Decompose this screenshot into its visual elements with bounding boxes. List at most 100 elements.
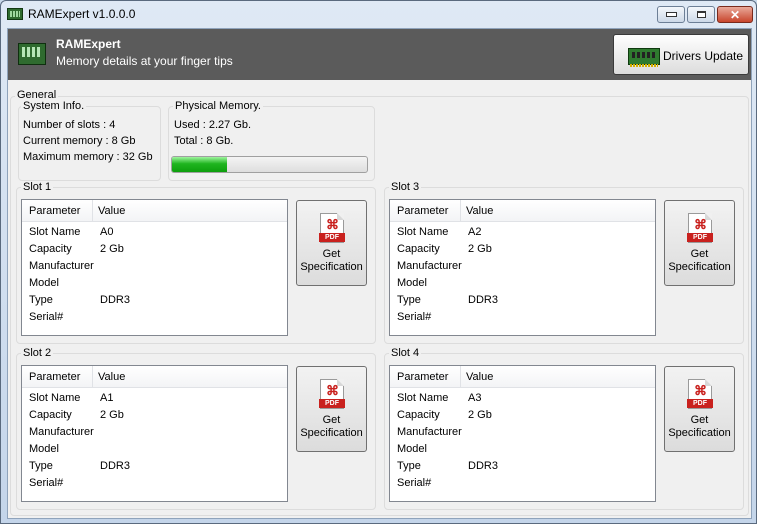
list-item[interactable]: Model: [390, 275, 655, 292]
drivers-update-button[interactable]: Drivers Update: [613, 34, 749, 75]
get-specification-button[interactable]: ⌘ PDF Get Specification: [664, 200, 735, 286]
list-item[interactable]: Type DDR3: [22, 292, 287, 309]
spec-button-label-line2: Specification: [300, 261, 363, 273]
parameter-cell: Slot Name: [29, 226, 81, 238]
value-cell: A2: [468, 226, 482, 238]
close-icon: ✕: [729, 7, 741, 22]
parameter-cell: Model: [29, 277, 59, 289]
spec-button-label-line1: Get: [322, 248, 341, 260]
value-column-header[interactable]: Value: [466, 205, 493, 217]
parameter-cell: Slot Name: [29, 392, 81, 404]
pdf-icon-label: PDF: [687, 399, 713, 408]
parameter-cell: Manufacturer: [29, 260, 94, 272]
list-item[interactable]: Capacity 2 Gb: [22, 241, 287, 258]
value-cell: 2 Gb: [100, 243, 124, 255]
window-title: RAMExpert v1.0.0.0: [28, 7, 136, 21]
parameter-cell: Type: [29, 460, 53, 472]
list-item[interactable]: Slot Name A1: [22, 390, 287, 407]
spec-button-label-line2: Specification: [668, 261, 731, 273]
slot-details-list[interactable]: Parameter Value Slot Name A3 Capacity 2 Gb Man…: [389, 365, 656, 502]
parameter-cell: Slot Name: [397, 226, 449, 238]
column-divider[interactable]: [460, 366, 461, 387]
list-item[interactable]: Capacity 2 Gb: [390, 241, 655, 258]
spec-button-label-line1: Get: [690, 248, 709, 260]
column-divider[interactable]: [92, 366, 93, 387]
parameter-column-header[interactable]: Parameter: [29, 371, 80, 383]
list-item[interactable]: Serial#: [22, 309, 287, 326]
value-column-header[interactable]: Value: [98, 205, 125, 217]
slot-label: Slot 1: [21, 181, 54, 193]
list-header: Parameter Value: [390, 366, 655, 388]
app-header: RAMExpert Memory details at your finger …: [8, 29, 751, 80]
app-window: RAMExpert v1.0.0.0 ✕ RAMExpert Memory de…: [0, 0, 757, 524]
list-item[interactable]: Model: [390, 441, 655, 458]
list-item[interactable]: Model: [22, 275, 287, 292]
list-item[interactable]: Slot Name A2: [390, 224, 655, 241]
system-info-label: System Info.: [21, 100, 87, 112]
list-item[interactable]: Manufacturer: [22, 424, 287, 441]
parameter-cell: Model: [397, 277, 427, 289]
used-memory-text: Used : 2.27 Gb.: [174, 119, 252, 131]
list-item[interactable]: Type DDR3: [22, 458, 287, 475]
parameter-cell: Capacity: [397, 409, 440, 421]
parameter-cell: Serial#: [29, 477, 64, 489]
column-divider[interactable]: [92, 200, 93, 221]
maximize-button[interactable]: [687, 6, 715, 23]
slot-details-list[interactable]: Parameter Value Slot Name A0 Capacity 2 Gb Man…: [21, 199, 288, 336]
list-item[interactable]: Manufacturer: [22, 258, 287, 275]
maximum-memory-text: Maximum memory : 32 Gb: [23, 151, 153, 163]
value-column-header[interactable]: Value: [466, 371, 493, 383]
column-divider[interactable]: [460, 200, 461, 221]
parameter-cell: Manufacturer: [397, 260, 462, 272]
maximize-icon: [696, 11, 706, 18]
value-cell: 2 Gb: [468, 409, 492, 421]
get-specification-button[interactable]: ⌘ PDF Get Specification: [296, 366, 367, 452]
slot-count-text: Number of slots : 4: [23, 119, 116, 131]
value-cell: 2 Gb: [100, 409, 124, 421]
list-item[interactable]: Type DDR3: [390, 292, 655, 309]
list-header: Parameter Value: [390, 200, 655, 222]
pdf-icon: ⌘ PDF: [687, 379, 713, 409]
list-item[interactable]: Serial#: [390, 475, 655, 492]
title-bar[interactable]: RAMExpert v1.0.0.0 ✕: [1, 1, 756, 28]
minimize-button[interactable]: [657, 6, 685, 23]
physical-memory-label: Physical Memory.: [173, 100, 263, 112]
list-item[interactable]: Model: [22, 441, 287, 458]
parameter-cell: Slot Name: [397, 392, 449, 404]
get-specification-button[interactable]: ⌘ PDF Get Specification: [296, 200, 367, 286]
slot-details-list[interactable]: Parameter Value Slot Name A2 Capacity 2 Gb Man…: [389, 199, 656, 336]
spec-button-label-line1: Get: [322, 414, 341, 426]
list-item[interactable]: Type DDR3: [390, 458, 655, 475]
parameter-cell: Type: [397, 294, 421, 306]
list-item[interactable]: Serial#: [22, 475, 287, 492]
value-cell: DDR3: [468, 460, 498, 472]
pdf-icon: ⌘ PDF: [319, 379, 345, 409]
list-item[interactable]: Capacity 2 Gb: [22, 407, 287, 424]
value-cell: A0: [100, 226, 114, 238]
memory-chip-icon: [628, 48, 660, 67]
get-specification-button[interactable]: ⌘ PDF Get Specification: [664, 366, 735, 452]
pdf-icon-label: PDF: [319, 399, 345, 408]
parameter-column-header[interactable]: Parameter: [397, 371, 448, 383]
value-column-header[interactable]: Value: [98, 371, 125, 383]
list-item[interactable]: Manufacturer: [390, 424, 655, 441]
parameter-cell: Serial#: [397, 311, 432, 323]
list-item[interactable]: Serial#: [390, 309, 655, 326]
minimize-icon: [665, 12, 677, 17]
parameter-column-header[interactable]: Parameter: [29, 205, 80, 217]
parameter-column-header[interactable]: Parameter: [397, 205, 448, 217]
close-button[interactable]: ✕: [717, 6, 753, 23]
client-area: RAMExpert Memory details at your finger …: [7, 28, 752, 519]
slot-details-list[interactable]: Parameter Value Slot Name A1 Capacity 2 Gb Man…: [21, 365, 288, 502]
list-header: Parameter Value: [22, 200, 287, 222]
slot-label: Slot 2: [21, 347, 54, 359]
list-item[interactable]: Slot Name A0: [22, 224, 287, 241]
memory-usage-fill: [172, 157, 228, 172]
list-item[interactable]: Capacity 2 Gb: [390, 407, 655, 424]
parameter-cell: Type: [29, 294, 53, 306]
value-cell: DDR3: [468, 294, 498, 306]
list-item[interactable]: Manufacturer: [390, 258, 655, 275]
current-memory-text: Current memory : 8 Gb: [23, 135, 136, 147]
pdf-icon-label: PDF: [687, 233, 713, 242]
list-item[interactable]: Slot Name A3: [390, 390, 655, 407]
